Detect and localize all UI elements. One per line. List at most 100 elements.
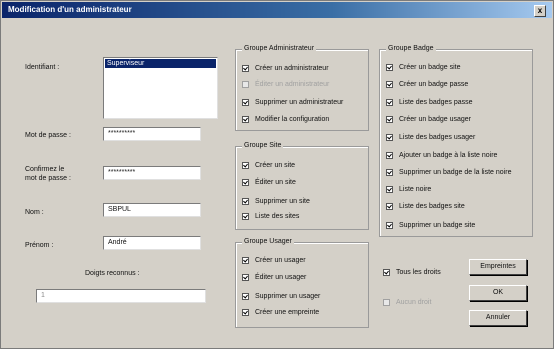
doigts-label: Doigts reconnus : <box>85 270 140 277</box>
checkbox-label: Créer un administrateur <box>255 64 329 72</box>
checkbox-badge-0[interactable]: Créer un badge site <box>386 62 460 72</box>
checkbox-site-1[interactable]: Éditer un site <box>242 177 296 187</box>
group-site: Groupe Site Créer un site Éditer un site… <box>235 141 369 230</box>
doigts-field: 1 <box>36 289 206 303</box>
checkbox-box[interactable] <box>386 168 393 176</box>
checkbox-label: Éditer un site <box>255 178 296 186</box>
checkbox-box[interactable] <box>383 268 390 276</box>
checkbox-usager-3[interactable]: Créer une empreinte <box>242 307 319 317</box>
checkbox-label: Supprimer un usager <box>255 292 321 300</box>
group-badge: Groupe Badge Créer un badge site Créer u… <box>379 44 533 237</box>
checkbox-label: Créer un badge site <box>399 63 461 71</box>
identifiant-label: Identifiant : <box>25 64 60 71</box>
checkbox-label: Liste des badges passe <box>399 98 473 106</box>
checkbox-usager-0[interactable]: Créer un usager <box>242 255 306 265</box>
checkbox-badge-1[interactable]: Créer un badge passe <box>386 79 468 89</box>
close-button[interactable]: x <box>534 5 546 17</box>
ok-button[interactable]: OK <box>469 285 527 301</box>
checkbox-label: Ajouter un badge à la liste noire <box>399 151 498 159</box>
checkbox-label: Tous les droits <box>396 268 441 276</box>
group-badge-title: Groupe Badge <box>386 44 436 54</box>
identifiant-selected-item[interactable]: Superviseur <box>105 59 216 68</box>
checkbox-label: Éditer un administrateur <box>255 80 330 88</box>
checkbox-label: Créer un badge passe <box>399 80 469 88</box>
checkbox-box[interactable] <box>242 197 249 205</box>
checkbox-label: Créer une empreinte <box>255 308 320 316</box>
checkbox-box[interactable] <box>242 256 249 264</box>
checkbox-box[interactable] <box>242 115 249 123</box>
password-field[interactable]: ********** <box>103 127 201 141</box>
checkbox-box[interactable] <box>386 63 393 71</box>
checkbox-label: Liste des sites <box>255 212 300 220</box>
identifiant-list[interactable]: Superviseur <box>103 57 218 119</box>
checkbox-box[interactable] <box>242 178 249 186</box>
group-admin: Groupe Administrateur Créer un administr… <box>235 44 369 131</box>
nom-field[interactable]: SBPUL <box>103 203 201 217</box>
checkbox-site-0[interactable]: Créer un site <box>242 160 295 170</box>
checkbox-label: Créer un site <box>255 161 296 169</box>
group-site-title: Groupe Site <box>242 141 284 151</box>
checkbox-label: Liste noire <box>399 185 432 193</box>
checkbox-label: Modifier la configuration <box>255 115 330 123</box>
checkbox-box[interactable] <box>242 212 249 220</box>
prenom-field[interactable]: André <box>103 236 201 250</box>
checkbox-box[interactable] <box>386 151 393 159</box>
checkbox-badge-6[interactable]: Supprimer un badge de la liste noire <box>386 167 511 177</box>
checkbox-label: Liste des badges site <box>399 202 465 210</box>
checkbox-usager-1[interactable]: Éditer un usager <box>242 272 306 282</box>
checkbox-label: Supprimer un badge site <box>399 221 476 229</box>
checkbox-label: Créer un badge usager <box>399 115 471 123</box>
checkbox-badge-7[interactable]: Liste noire <box>386 184 431 194</box>
title-bar[interactable]: Modification d'un administrateur x <box>2 2 552 18</box>
checkbox-box[interactable] <box>386 115 393 123</box>
confirm-label-1: Confirmez le <box>25 166 65 173</box>
password-label: Mot de passe : <box>25 132 71 139</box>
checkbox-admin-0[interactable]: Créer un administrateur <box>242 63 329 73</box>
checkbox-usager-2[interactable]: Supprimer un usager <box>242 291 320 301</box>
checkbox-label: Éditer un usager <box>255 273 307 281</box>
checkbox-admin-3[interactable]: Modifier la configuration <box>242 114 329 124</box>
checkbox-box <box>242 80 249 88</box>
checkbox-all-rights[interactable]: Tous les droits <box>383 267 441 277</box>
checkbox-admin-1: Éditer un administrateur <box>242 79 329 89</box>
checkbox-badge-5[interactable]: Ajouter un badge à la liste noire <box>386 150 497 160</box>
checkbox-box[interactable] <box>242 161 249 169</box>
checkbox-badge-9[interactable]: Supprimer un badge site <box>386 220 475 230</box>
checkbox-box[interactable] <box>242 98 249 106</box>
checkbox-box[interactable] <box>386 133 393 141</box>
empreintes-button[interactable]: Empreintes <box>469 259 527 275</box>
nom-label: Nom : <box>25 209 44 216</box>
checkbox-site-2[interactable]: Supprimer un site <box>242 196 310 206</box>
checkbox-label: Supprimer un site <box>255 197 310 205</box>
checkbox-box[interactable] <box>386 185 393 193</box>
checkbox-second-option: Aucun droit <box>383 297 431 307</box>
annuler-button[interactable]: Annuler <box>469 310 527 326</box>
checkbox-label: Supprimer un administrateur <box>255 98 344 106</box>
checkbox-box[interactable] <box>242 308 249 316</box>
checkbox-badge-4[interactable]: Liste des badges usager <box>386 132 475 142</box>
checkbox-badge-2[interactable]: Liste des badges passe <box>386 97 473 107</box>
checkbox-box[interactable] <box>386 221 393 229</box>
confirm-password-field[interactable]: ********** <box>103 166 201 180</box>
confirm-label-2: mot de passe : <box>25 175 71 182</box>
checkbox-box[interactable] <box>242 64 249 72</box>
checkbox-box[interactable] <box>386 80 393 88</box>
group-usager: Groupe Usager Créer un usager Éditer un … <box>235 237 369 328</box>
checkbox-box <box>383 298 390 306</box>
checkbox-box[interactable] <box>386 98 393 106</box>
checkbox-label: Créer un usager <box>255 256 306 264</box>
checkbox-box[interactable] <box>386 202 393 210</box>
window-title: Modification d'un administrateur <box>8 5 132 14</box>
checkbox-badge-3[interactable]: Créer un badge usager <box>386 114 471 124</box>
checkbox-site-3[interactable]: Liste des sites <box>242 211 299 221</box>
prenom-label: Prénom : <box>25 242 54 249</box>
group-admin-title: Groupe Administrateur <box>242 44 317 54</box>
checkbox-box[interactable] <box>242 292 249 300</box>
group-usager-title: Groupe Usager <box>242 237 294 247</box>
checkbox-admin-2[interactable]: Supprimer un administrateur <box>242 97 343 107</box>
checkbox-label: Liste des badges usager <box>399 133 476 141</box>
checkbox-badge-8[interactable]: Liste des badges site <box>386 201 465 211</box>
checkbox-box[interactable] <box>242 273 249 281</box>
dialog-window: Modification d'un administrateur x Ident… <box>0 0 554 349</box>
checkbox-label: Supprimer un badge de la liste noire <box>399 168 512 176</box>
